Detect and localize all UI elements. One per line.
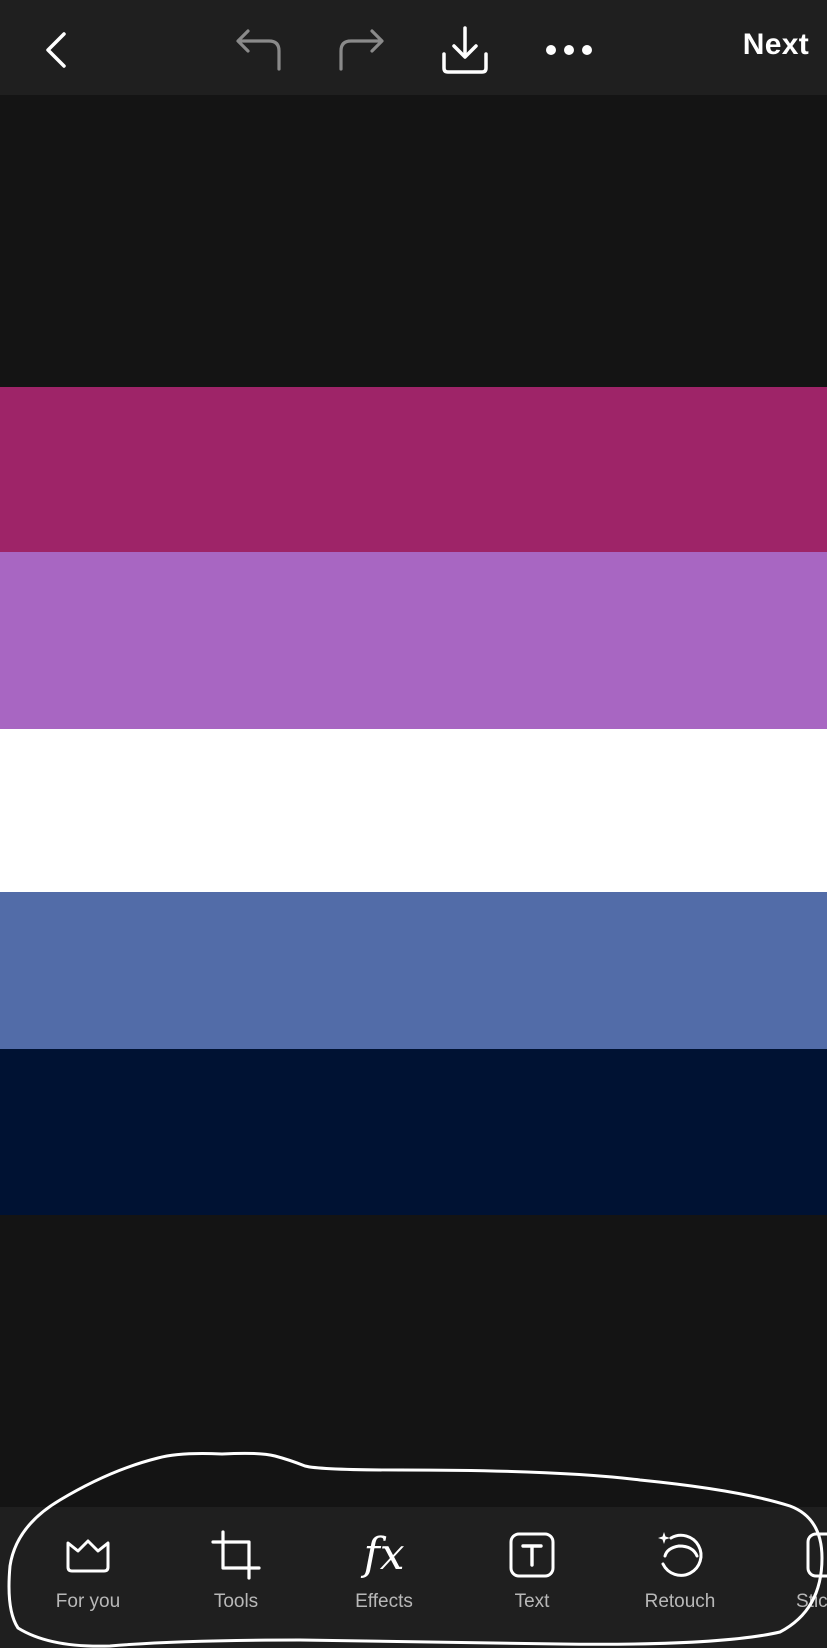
flag-stripe <box>0 892 827 1049</box>
text-box-icon <box>504 1527 560 1583</box>
flag-stripe <box>0 729 827 892</box>
undo-icon[interactable] <box>230 22 286 78</box>
tool-label: For you <box>55 1591 121 1612</box>
crop-icon <box>208 1527 264 1583</box>
flag-stripe <box>0 552 827 729</box>
crown-icon <box>60 1527 116 1583</box>
tool-stickers[interactable]: Stic <box>758 1527 827 1627</box>
tool-label: Retouch <box>644 1591 716 1612</box>
flag-stripe <box>0 1215 827 1507</box>
tool-label: Stic <box>796 1591 827 1612</box>
tool-text[interactable]: Text <box>462 1527 602 1627</box>
tool-for-you[interactable]: For you <box>18 1527 158 1627</box>
tool-label: Text <box>514 1591 550 1612</box>
top-toolbar: Next <box>0 0 827 95</box>
image-canvas[interactable] <box>0 95 827 1507</box>
next-button[interactable]: Next <box>743 28 809 62</box>
tool-tools[interactable]: Tools <box>166 1527 306 1627</box>
download-icon[interactable] <box>437 22 493 78</box>
tool-label: Tools <box>213 1591 259 1612</box>
flag-stripe <box>0 95 827 387</box>
more-options-icon[interactable] <box>541 22 597 78</box>
editor-tools-bar: For you Tools fx Effects Text Retouch St… <box>0 1507 827 1648</box>
flag-stripe <box>0 387 827 552</box>
flag-stripe <box>0 1049 827 1215</box>
tool-retouch[interactable]: Retouch <box>610 1527 750 1627</box>
back-arrow-icon[interactable] <box>30 22 86 78</box>
tool-label: Effects <box>355 1591 413 1612</box>
redo-icon[interactable] <box>334 22 390 78</box>
retouch-face-icon <box>652 1527 708 1583</box>
fx-icon: fx <box>363 1529 405 1580</box>
sticker-icon <box>758 1527 827 1583</box>
tool-effects[interactable]: fx Effects <box>314 1527 454 1627</box>
